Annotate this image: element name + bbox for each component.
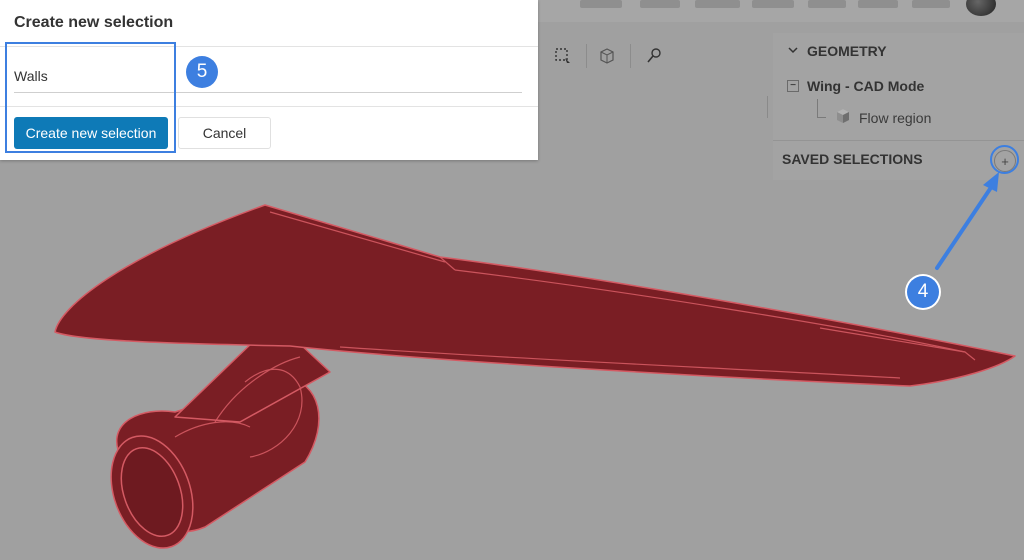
step-badge-4: 4 bbox=[907, 276, 939, 308]
annotation-arrow bbox=[935, 172, 999, 270]
